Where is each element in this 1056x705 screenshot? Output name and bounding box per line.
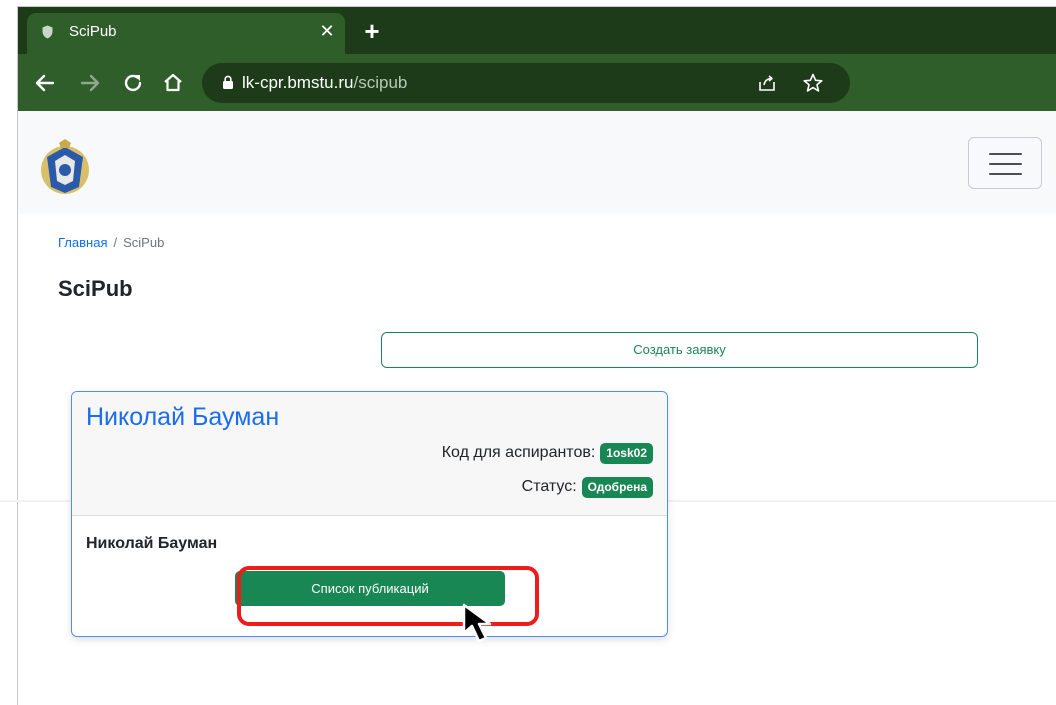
page-title: SciPub xyxy=(58,276,133,301)
breadcrumb: Главная / SciPub xyxy=(58,235,164,250)
arrow-left-icon[interactable] xyxy=(32,70,58,96)
breadcrumb-separator: / xyxy=(113,235,118,250)
university-crest-icon[interactable] xyxy=(39,137,91,195)
tab-strip: SciPub ✕ + xyxy=(18,7,1056,54)
postgrad-code-row: Код для аспирантов: 1osk02 xyxy=(442,442,653,464)
mouse-cursor-icon xyxy=(462,603,492,643)
status-badge: Одобрена xyxy=(581,476,653,498)
lock-icon xyxy=(223,75,233,89)
address-bar[interactable]: lk-cpr.bmstu.ru/scipub xyxy=(202,63,850,103)
share-icon[interactable] xyxy=(758,74,776,92)
breadcrumb-current: SciPub xyxy=(123,235,165,250)
status-row: Статус: Одобрена xyxy=(522,476,653,498)
url-path: /scipub xyxy=(353,73,408,92)
card-header: Николай Бауман Код для аспирантов: 1osk0… xyxy=(72,392,667,516)
arrow-right-icon[interactable] xyxy=(77,70,103,96)
star-icon[interactable] xyxy=(802,72,824,94)
screenshot: SciPub ✕ + lk-cpr.bmstu.ru/scipub Главна… xyxy=(0,0,1056,705)
site-header xyxy=(18,111,1056,214)
card-body-name: Николай Бауман xyxy=(86,535,218,552)
tab-scipub[interactable]: SciPub ✕ xyxy=(27,13,345,54)
close-tab-icon[interactable]: ✕ xyxy=(316,20,338,42)
hamburger-menu-icon[interactable] xyxy=(968,137,1042,189)
create-request-button[interactable]: Создать заявку xyxy=(381,332,978,368)
postgrad-code-badge: 1osk02 xyxy=(600,442,653,464)
tab-title: SciPub xyxy=(69,23,117,40)
postgrad-code-label: Код для аспирантов: xyxy=(441,444,596,461)
shield-favicon-icon xyxy=(42,25,53,39)
reload-icon[interactable] xyxy=(120,70,146,96)
breadcrumb-home-link[interactable]: Главная xyxy=(58,235,107,250)
new-tab-button[interactable]: + xyxy=(358,18,386,46)
status-label: Статус: xyxy=(521,478,577,495)
card-title[interactable]: Николай Бауман xyxy=(86,403,279,432)
home-icon[interactable] xyxy=(160,70,186,96)
url-text: lk-cpr.bmstu.ru/scipub xyxy=(242,73,407,93)
url-host: lk-cpr.bmstu.ru xyxy=(242,73,354,92)
browser-toolbar: lk-cpr.bmstu.ru/scipub xyxy=(18,54,1056,111)
